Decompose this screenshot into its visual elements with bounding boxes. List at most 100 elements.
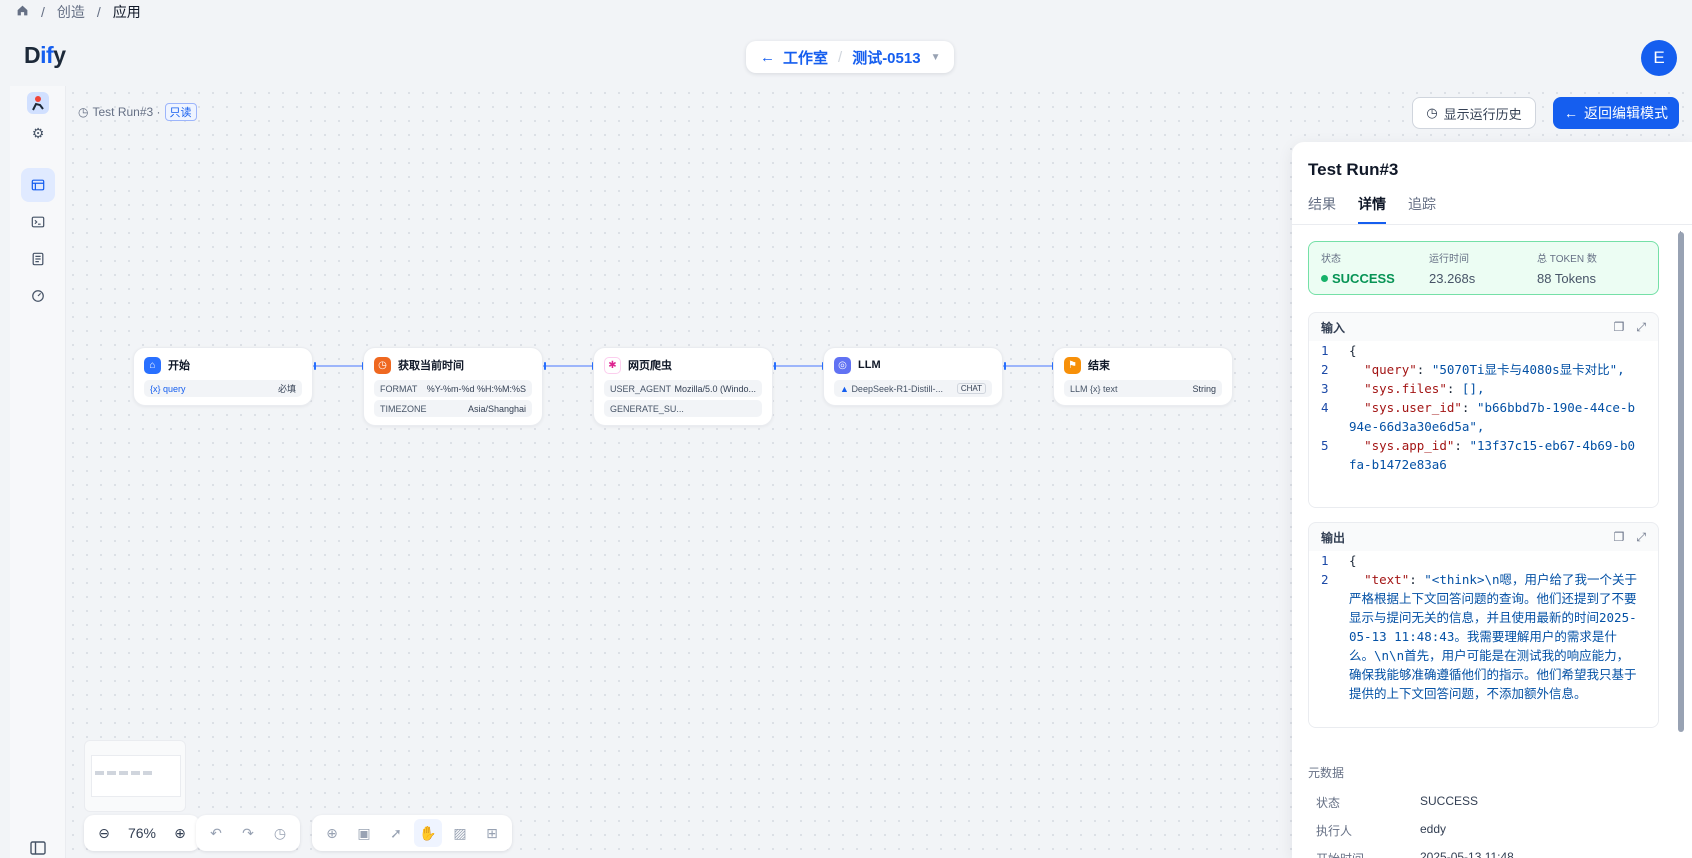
run-label-text: Test Run#3 · — [92, 105, 161, 119]
edge — [543, 365, 593, 367]
node-title: LLM — [858, 359, 881, 371]
tab-divider — [1292, 224, 1692, 225]
llm-icon: ◎ — [834, 356, 851, 374]
panel-title: Test Run#3 — [1308, 160, 1399, 179]
status-summary: 状态 SUCCESS 运行时间 23.268s 总 TOKEN 数 88 Tokens — [1308, 241, 1659, 295]
minimap-node — [107, 771, 116, 775]
show-run-history-button[interactable]: ◷ 显示运行历史 — [1412, 97, 1536, 129]
node-get-time[interactable]: ◷ 获取当前时间 FORMAT %Y-%m-%d %H:%M:%S TIMEZONE… — [363, 347, 543, 426]
redo-icon[interactable]: ↷ — [234, 819, 262, 847]
node-end[interactable]: ⚑ 结束 LLM {x} text String — [1053, 347, 1233, 406]
readonly-badge: 只读 — [164, 103, 197, 121]
arrow-left-icon: ← — [760, 48, 775, 66]
node-param-row: GENERATE_SU... — [604, 400, 762, 417]
node-title: 结束 — [1088, 360, 1110, 372]
minimap[interactable] — [84, 740, 186, 812]
meta-row: 开始时间2025-05-13 11:48 — [1316, 850, 1514, 858]
status-dot-icon — [1321, 275, 1328, 282]
node-llm[interactable]: ◎ LLM ▲ DeepSeek-R1-Distill-... CHAT — [823, 347, 1003, 406]
home-icon[interactable] — [16, 4, 29, 20]
node-handle[interactable] — [1004, 362, 1006, 370]
node-handle[interactable] — [544, 362, 546, 370]
switcher-sep: / — [838, 48, 843, 66]
node-title: 开始 — [168, 360, 190, 372]
pointer-icon[interactable]: ➚ — [382, 819, 410, 847]
minimap-node — [119, 771, 128, 775]
sidebar-toggle-icon[interactable] — [21, 831, 55, 858]
tab-trace[interactable]: 追踪 — [1408, 194, 1436, 224]
chevron-down-icon[interactable]: ▼ — [931, 52, 941, 63]
node-web-crawler[interactable]: ✱ 网页爬虫 USER_AGENT Mozilla/5.0 (Windo... GE… — [593, 347, 773, 426]
back-to-edit-button[interactable]: ← 返回编辑模式 — [1553, 97, 1679, 129]
node-param-row: TIMEZONE Asia/Shanghai — [374, 400, 532, 417]
node-handle[interactable] — [774, 362, 776, 370]
input-code[interactable]: 1{ 2 "query": "5070Ti显卡与4080s显卡对比", 3 "s… — [1309, 341, 1658, 507]
avatar[interactable]: E — [1641, 40, 1677, 76]
top-bar: Dify ← 工作室 / 测试-0513 ▼ E — [0, 24, 1692, 86]
undo-icon[interactable]: ↶ — [202, 819, 230, 847]
minimap-node — [143, 771, 152, 775]
panel-scrollbar[interactable] — [1678, 232, 1684, 732]
dify-logo[interactable]: Dify — [24, 42, 66, 69]
tab-detail[interactable]: 详情 — [1358, 194, 1386, 224]
output-box: 输出 ❐ ⤢ 1{ 2 "text": "<think>\n嗯，用户给了我一个关于严… — [1308, 522, 1659, 728]
zoom-in-icon[interactable]: ⊕ — [166, 819, 194, 847]
zoom-toolbar: ⊖ 76% ⊕ — [84, 815, 200, 851]
output-label: 输出 — [1321, 530, 1346, 545]
node-param-row: FORMAT %Y-%m-%d %H:%M:%S — [374, 380, 532, 397]
minimap-node — [131, 771, 140, 775]
node-start[interactable]: ⌂ 开始 {x} query 必填 — [133, 347, 313, 406]
sidebar: ⚙ — [10, 86, 66, 858]
zoom-out-icon[interactable]: ⊖ — [90, 819, 118, 847]
clock-icon: ◷ — [374, 356, 391, 374]
workspace-link[interactable]: ← 工作室 — [760, 47, 828, 68]
app-name-dropdown[interactable]: 测试-0513 — [852, 47, 920, 68]
hand-icon[interactable]: ✋ — [414, 819, 442, 847]
elapsed-cell: 运行时间 23.268s — [1429, 254, 1476, 286]
sidebar-item-logs[interactable] — [21, 242, 55, 276]
edge — [1003, 365, 1053, 367]
node-handle[interactable] — [314, 362, 316, 370]
breadcrumb-create[interactable]: 创造 — [57, 2, 85, 22]
tab-result[interactable]: 结果 — [1308, 194, 1336, 224]
breadcrumb: / 创造 / 应用 — [0, 0, 141, 24]
sidebar-item-orchestrate[interactable] — [21, 168, 55, 202]
add-node-icon[interactable]: ⊕ — [318, 819, 346, 847]
expand-icon[interactable]: ⤢ — [1636, 530, 1646, 545]
arrow-left-icon: ← — [1564, 105, 1578, 121]
version-history-icon[interactable]: ◷ — [266, 819, 294, 847]
sidebar-item-api[interactable] — [21, 205, 55, 239]
expand-icon[interactable]: ⤢ — [1636, 320, 1646, 335]
meta-row: 执行人 eddy — [1316, 822, 1447, 838]
layout-icon[interactable]: ⊞ — [478, 819, 506, 847]
status-cell: 状态 SUCCESS — [1321, 254, 1395, 286]
minimap-node — [95, 771, 104, 775]
tokens-cell: 总 TOKEN 数 88 Tokens — [1537, 254, 1597, 286]
edge — [313, 365, 363, 367]
breadcrumb-sep: / — [96, 4, 101, 20]
meta-row: 状态 SUCCESS — [1316, 794, 1479, 810]
copy-icon[interactable]: ❐ — [1614, 320, 1625, 335]
zoom-level[interactable]: 76% — [122, 825, 162, 841]
metadata-title: 元数据 — [1308, 766, 1345, 780]
output-code[interactable]: 1{ 2 "text": "<think>\n嗯，用户给了我一个关于严格根据上下… — [1309, 551, 1658, 727]
app-switcher: ← 工作室 / 测试-0513 ▼ — [746, 41, 955, 73]
settings-sliders-icon[interactable]: ⚙ — [21, 116, 55, 150]
minimap-viewport — [91, 755, 181, 797]
input-label: 输入 — [1321, 320, 1346, 335]
end-icon: ⚑ — [1064, 356, 1081, 374]
canvas-tools-toolbar: ⊕ ▣ ➚ ✋ ▨ ⊞ — [312, 815, 512, 851]
copy-icon[interactable]: ❐ — [1614, 530, 1625, 545]
model-icon: ▲ — [840, 383, 849, 394]
history-icon: ◷ — [78, 105, 89, 119]
sidebar-item-monitor[interactable] — [21, 279, 55, 313]
app-icon[interactable] — [21, 86, 55, 120]
add-note-icon[interactable]: ▣ — [350, 819, 378, 847]
node-output-row: LLM {x} text String — [1064, 380, 1222, 397]
export-image-icon[interactable]: ▨ — [446, 819, 474, 847]
run-label: ◷ Test Run#3 · 只读 — [78, 103, 197, 121]
history-toolbar: ↶ ↷ ◷ — [196, 815, 300, 851]
history-icon: ◷ — [1426, 105, 1438, 120]
node-title: 网页爬虫 — [628, 360, 672, 372]
breadcrumb-sep: / — [41, 4, 45, 20]
